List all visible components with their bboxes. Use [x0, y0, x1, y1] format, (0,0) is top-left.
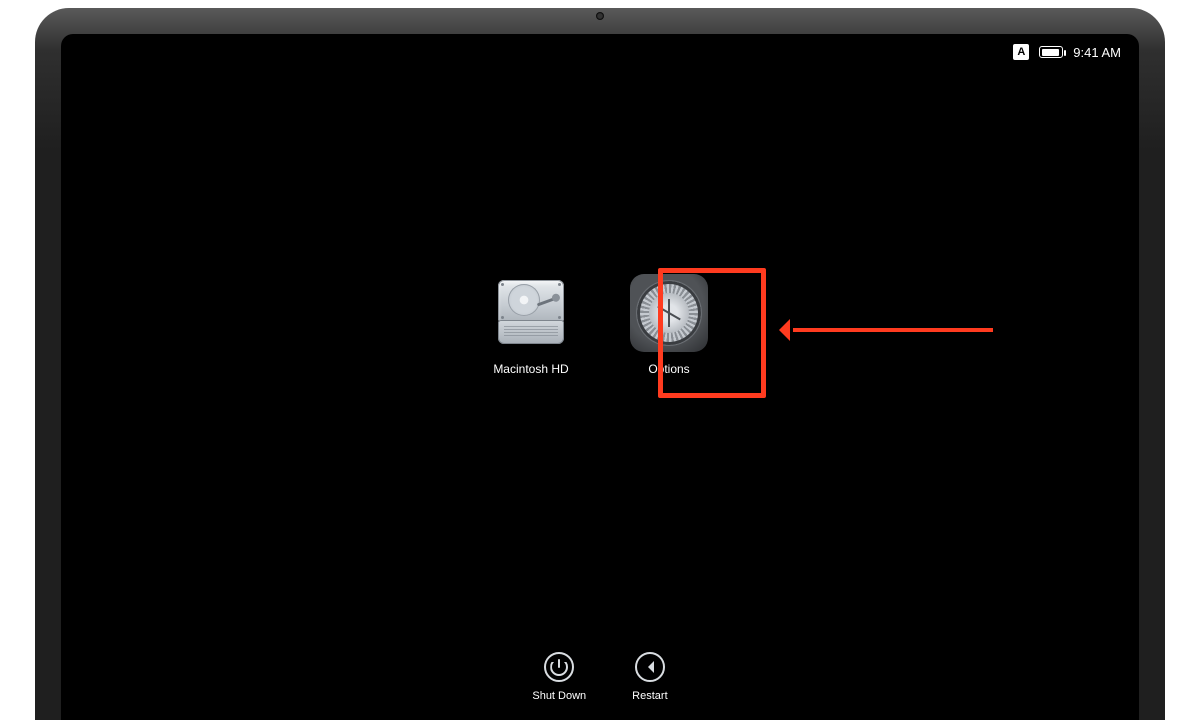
hard-drive-icon [492, 274, 570, 352]
annotation-arrow [793, 328, 993, 332]
boot-item-options[interactable]: Options [630, 274, 708, 376]
restart-label: Restart [632, 690, 667, 702]
boot-items-row: Macintosh HD Options [61, 274, 1139, 376]
gear-icon [630, 274, 708, 352]
input-source-indicator[interactable]: A [1013, 44, 1029, 60]
boot-screen: A 9:41 AM Macintosh HD [61, 34, 1139, 720]
shutdown-label: Shut Down [532, 690, 586, 702]
camera-dot [596, 12, 604, 20]
shutdown-button[interactable]: Shut Down [532, 652, 586, 702]
battery-icon [1039, 46, 1063, 58]
power-icon [544, 652, 574, 682]
laptop-frame: A 9:41 AM Macintosh HD [0, 0, 1200, 720]
laptop-bezel: A 9:41 AM Macintosh HD [35, 8, 1165, 720]
boot-item-label: Options [648, 362, 689, 376]
status-bar: A 9:41 AM [1013, 44, 1121, 60]
power-controls: Shut Down Restart [61, 652, 1139, 702]
boot-item-macintosh-hd[interactable]: Macintosh HD [492, 274, 570, 376]
restart-button[interactable]: Restart [632, 652, 667, 702]
boot-item-label: Macintosh HD [493, 362, 568, 376]
restart-icon [635, 652, 665, 682]
clock: 9:41 AM [1073, 45, 1121, 60]
